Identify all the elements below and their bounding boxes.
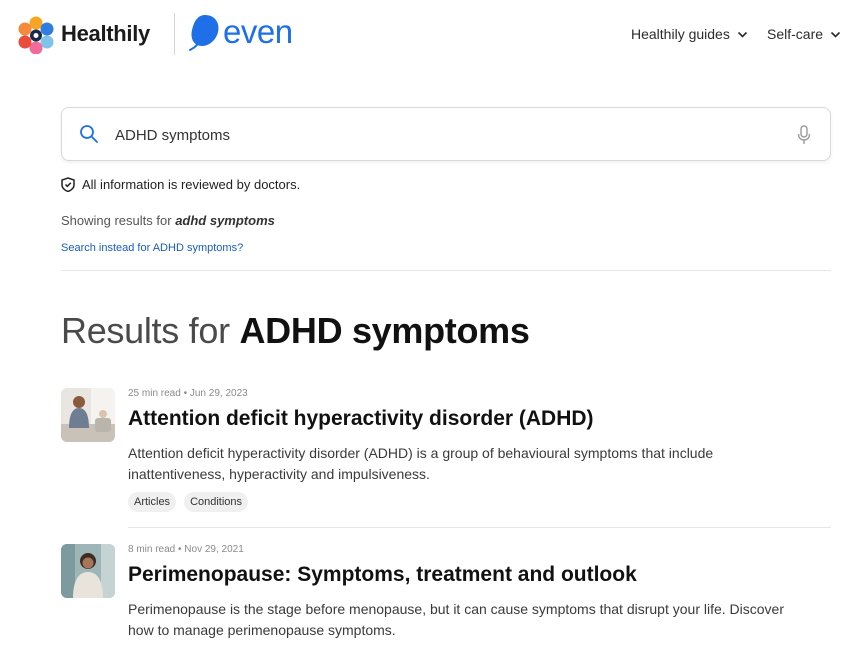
search-input[interactable]: [115, 124, 775, 146]
results-heading-prefix: Results for: [61, 310, 230, 351]
tag-articles[interactable]: Articles: [128, 492, 177, 512]
showing-prefix: Showing results for: [61, 213, 172, 228]
result-thumbnail[interactable]: [61, 544, 115, 598]
nav-healthily-guides[interactable]: Healthily guides: [631, 26, 748, 42]
doctor-review-notice: All information is reviewed by doctors.: [61, 177, 300, 192]
search-bar[interactable]: [61, 107, 831, 161]
reviewed-text: All information is reviewed by doctors.: [82, 177, 301, 192]
result-card[interactable]: 25 min read • Jun 29, 2023 Attention def…: [61, 388, 831, 518]
result-tags: Articles Conditions: [128, 492, 249, 512]
divider: [61, 270, 831, 271]
chevron-down-icon: [830, 31, 841, 38]
site-header: Healthily even Healthily guides Self-car…: [0, 0, 857, 70]
brand-divider: [174, 13, 175, 55]
result-title[interactable]: Perimenopause: Symptoms, treatment and o…: [128, 563, 637, 587]
divider: [128, 527, 831, 528]
results-heading: Results for ADHD symptoms: [61, 310, 530, 352]
microphone-icon[interactable]: [797, 125, 811, 145]
chevron-down-icon: [737, 31, 747, 38]
results-heading-query: ADHD symptoms: [239, 310, 530, 351]
result-title[interactable]: Attention deficit hyperactivity disorder…: [128, 407, 594, 431]
result-thumbnail[interactable]: [61, 388, 115, 442]
result-description: Perimenopause is the stage before menopa…: [128, 601, 785, 638]
result-description: Attention deficit hyperactivity disorder…: [128, 445, 714, 482]
nav-label: Healthily guides: [631, 26, 730, 42]
search-instead-link[interactable]: Search instead for ADHD symptoms?: [61, 242, 243, 254]
nav-self-care[interactable]: Self-care: [767, 26, 841, 42]
result-card[interactable]: 8 min read • Nov 29, 2021 Perimenopause:…: [61, 544, 831, 646]
shield-icon: [61, 177, 75, 192]
brand-name[interactable]: Healthily: [61, 21, 150, 47]
even-balloon-icon[interactable]: [188, 13, 222, 53]
search-icon[interactable]: [79, 124, 99, 144]
nav-label: Self-care: [767, 26, 824, 42]
spelling-correction: Showing results for adhd symptoms: [61, 213, 275, 228]
corrected-query: adhd symptoms: [175, 213, 275, 228]
healthily-logo-icon[interactable]: [16, 16, 56, 54]
partner-name[interactable]: even: [223, 13, 293, 51]
result-meta: 8 min read • Nov 29, 2021: [128, 544, 244, 555]
result-meta: 25 min read • Jun 29, 2023: [128, 388, 248, 399]
tag-conditions[interactable]: Conditions: [184, 492, 249, 512]
